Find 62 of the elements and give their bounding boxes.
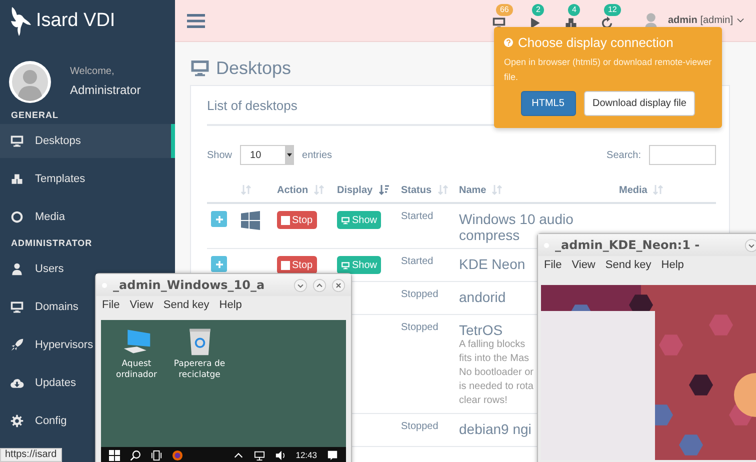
window-title: _admin_Windows_10_a: [113, 278, 265, 292]
stop-button[interactable]: Stop: [277, 256, 317, 274]
nav-item[interactable]: Updates: [0, 364, 78, 402]
nav-item[interactable]: Users: [0, 250, 66, 288]
app-logo[interactable]: Isard VDI: [36, 10, 116, 32]
column-header[interactable]: Display: [337, 184, 373, 196]
count-badge: 2: [532, 4, 544, 16]
show-label: Show: [207, 150, 232, 160]
column-header[interactable]: Status: [401, 184, 432, 196]
count-badge: 12: [604, 4, 621, 16]
status-url: https://isard: [0, 448, 62, 462]
menu-item[interactable]: Help: [219, 299, 242, 314]
entries-select[interactable]: 10: [240, 145, 294, 165]
nav-item[interactable]: Templates: [0, 160, 88, 198]
menu-item[interactable]: View: [572, 259, 596, 274]
desktop-name: andorid: [459, 289, 506, 305]
page-title: Desktops: [216, 58, 292, 78]
nav-item[interactable]: Media: [0, 198, 67, 236]
count-badge: 4: [568, 4, 580, 16]
column-header[interactable]: Name: [459, 184, 486, 196]
popover-text: Open in browser (html5) or download remote-viewer file.: [504, 56, 712, 84]
nav-item[interactable]: Domains: [0, 288, 80, 326]
popover-title: Choose display connection: [518, 35, 674, 50]
user-name: Administrator: [70, 83, 141, 97]
download-button[interactable]: Download display file: [584, 91, 696, 116]
section-heading: GENERAL: [10, 109, 60, 122]
card-title: List of desktops: [207, 98, 298, 112]
clock: 12:43: [296, 450, 317, 460]
desktop-icon-label: Aquest ordinador: [115, 359, 158, 381]
status-text: Stopped: [401, 322, 438, 333]
nav-item[interactable]: Config: [0, 402, 69, 440]
column-header[interactable]: Action: [277, 184, 308, 196]
menu-item[interactable]: Help: [661, 259, 684, 274]
entries-label: entries: [302, 150, 332, 160]
nav-item[interactable]: Desktops: [0, 124, 175, 158]
desktop-icon-label: Paperera de reciclatge: [172, 359, 226, 381]
section-heading: ADMINISTRATOR: [10, 237, 94, 250]
column-header[interactable]: Media: [619, 184, 648, 196]
description-line: fits into the Mas: [459, 352, 530, 366]
search-label: Search:: [606, 150, 641, 160]
description-line: A falling blocks: [459, 338, 526, 352]
welcome-text: Welcome,: [70, 66, 116, 77]
status-text: Stopped: [401, 421, 438, 432]
user-menu[interactable]: admin [admin]: [668, 15, 733, 26]
menu-item[interactable]: File: [544, 259, 562, 274]
description-line: No bootloader or: [459, 366, 534, 380]
status-text: Started: [401, 211, 434, 222]
nav-item[interactable]: Hypervisors: [0, 326, 96, 364]
status-text: Stopped: [401, 289, 438, 300]
stop-button[interactable]: Stop: [277, 211, 317, 229]
description-line: is needed to rota: [459, 380, 534, 394]
menu-item[interactable]: File: [102, 299, 120, 314]
desktop-name: TetrOS: [459, 322, 503, 338]
menu-item[interactable]: Send key: [605, 259, 652, 274]
desktop-name: KDE Neon: [459, 256, 526, 272]
menu-item[interactable]: View: [130, 299, 154, 314]
status-text: Started: [401, 256, 434, 267]
desktop-name: debian9 ngi: [459, 421, 532, 437]
menu-item[interactable]: Send key: [163, 299, 210, 314]
description-line: clear rows!: [459, 394, 508, 408]
count-badge: 66: [496, 4, 513, 16]
html5-button[interactable]: HTML5: [520, 91, 576, 116]
